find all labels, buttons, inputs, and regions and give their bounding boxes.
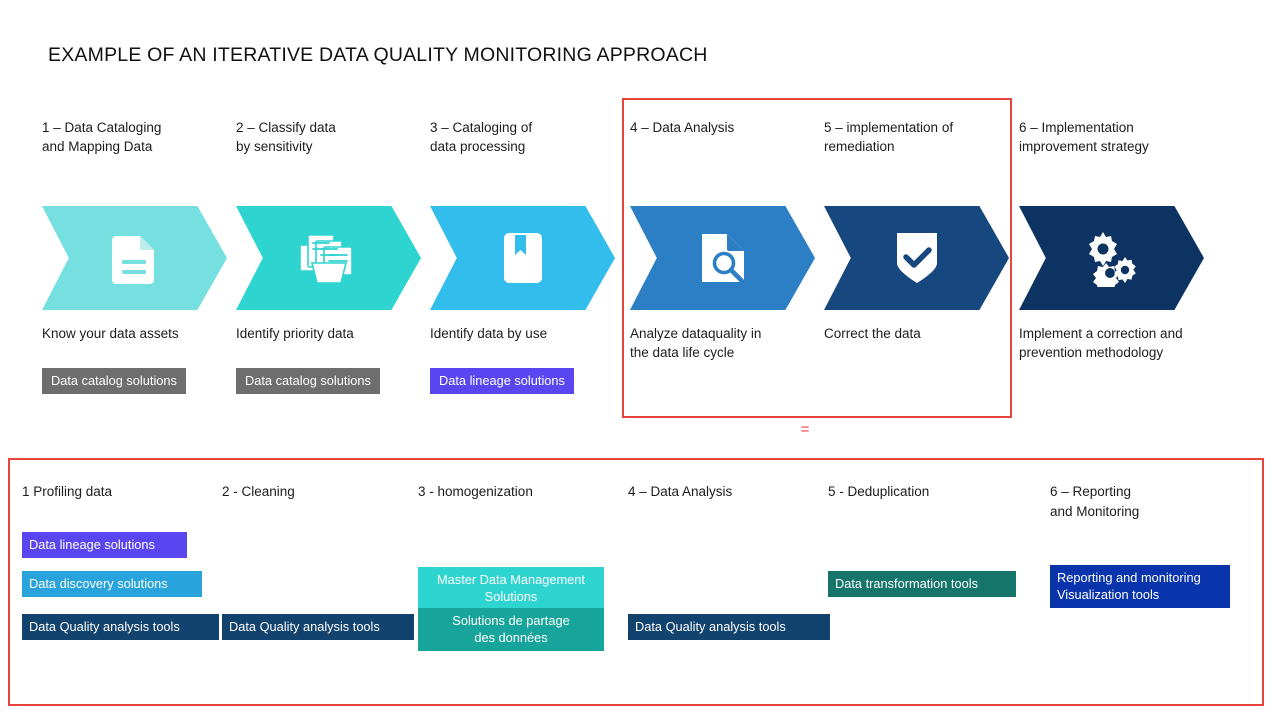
flow-step-heading: 6 – Implementation improvement strategy: [1019, 120, 1149, 154]
detail-stage-heading: 2 - Cleaning: [222, 484, 295, 499]
detail-stage-2[interactable]: 2 - Cleaning Data Quality analysis tools: [222, 482, 432, 672]
flow-step-description: Identify data by use: [430, 326, 548, 341]
flow-step-tag[interactable]: Data catalog solutions: [42, 368, 186, 394]
chevron-shape: [430, 206, 615, 310]
detailed-stages-row: 1 Profiling data Data lineage solutions Da…: [0, 458, 1280, 708]
detail-stage-tag[interactable]: Solutions de partage des données: [418, 608, 604, 651]
detail-stage-1[interactable]: 1 Profiling data Data lineage solutions Da…: [22, 482, 232, 672]
flow-step-6[interactable]: 6 – Implementation improvement strategy I…: [1019, 118, 1215, 364]
detail-stage-tag[interactable]: Data Quality analysis tools: [222, 614, 414, 640]
flow-step-chevron[interactable]: [824, 206, 1009, 310]
flow-step-1[interactable]: 1 – Data Cataloging and Mapping Data Know…: [42, 118, 238, 394]
detail-stage-heading: 4 – Data Analysis: [628, 484, 733, 499]
detail-stage-tag[interactable]: Data Quality analysis tools: [22, 614, 219, 640]
detail-stage-tag-list: Data transformation tools: [828, 532, 1038, 672]
detail-stage-tag[interactable]: Master Data Management Solutions: [418, 567, 604, 610]
detail-stage-tag[interactable]: Data lineage solutions: [22, 532, 187, 558]
detail-stage-tag-list: Data lineage solutions Data discovery sol…: [22, 532, 232, 672]
detail-stage-5[interactable]: 5 - Deduplication Data transformation too…: [828, 482, 1038, 672]
detail-stage-heading: 1 Profiling data: [22, 484, 113, 499]
flow-step-4[interactable]: 4 – Data Analysis Analyze dataquality in …: [630, 118, 826, 364]
detail-stage-tag-list: Data Quality analysis tools: [628, 532, 838, 672]
flow-step-5[interactable]: 5 – implementation of remediation Correct…: [824, 118, 1020, 364]
chevron-shape: [236, 206, 421, 310]
flow-step-heading: 3 – Cataloging of data processing: [430, 120, 533, 154]
detail-stage-heading: 6 – Reporting and Monitoring: [1050, 484, 1140, 519]
chevron-shape: [630, 206, 815, 310]
flow-step-chevron[interactable]: [430, 206, 615, 310]
flow-step-heading: 2 – Classify data by sensitivity: [236, 120, 336, 154]
detail-stage-tag[interactable]: Data Quality analysis tools: [628, 614, 830, 640]
chevron-shape: [824, 206, 1009, 310]
detail-stage-3[interactable]: 3 - homogenization Master Data Management…: [418, 482, 628, 672]
flow-step-heading: 1 – Data Cataloging and Mapping Data: [42, 120, 162, 154]
flow-step-3[interactable]: 3 – Cataloging of data processing Identif…: [430, 118, 626, 394]
detail-stage-tag[interactable]: Reporting and monitoring Visualization t…: [1050, 565, 1230, 608]
detail-stage-4[interactable]: 4 – Data Analysis Data Quality analysis t…: [628, 482, 838, 672]
flow-step-heading: 4 – Data Analysis: [630, 120, 735, 135]
flow-step-description: Identify priority data: [236, 326, 354, 341]
flow-step-tag[interactable]: Data lineage solutions: [430, 368, 574, 394]
flow-step-description: Implement a correction and prevention me…: [1019, 326, 1183, 360]
flow-step-description: Know your data assets: [42, 326, 179, 341]
flow-step-chevron[interactable]: [1019, 206, 1204, 310]
flow-step-tag[interactable]: Data catalog solutions: [236, 368, 380, 394]
flow-step-chevron[interactable]: [236, 206, 421, 310]
flow-step-description: Analyze dataquality in the data life cyc…: [630, 326, 762, 360]
flow-step-2[interactable]: 2 – Classify data by sensitivity Identify…: [236, 118, 432, 394]
detail-stage-heading: 5 - Deduplication: [828, 484, 930, 499]
flow-step-chevron[interactable]: [42, 206, 227, 310]
detail-stage-heading: 3 - homogenization: [418, 484, 533, 499]
chevron-shape: [42, 206, 227, 310]
flow-step-heading: 5 – implementation of remediation: [824, 120, 954, 154]
flow-step-description: Correct the data: [824, 326, 921, 341]
detail-stage-tag[interactable]: Data transformation tools: [828, 571, 1016, 597]
detail-stage-tag-list: Data Quality analysis tools: [222, 532, 432, 672]
chevron-shape: [1019, 206, 1204, 310]
detail-stage-6[interactable]: 6 – Reporting and Monitoring Reporting an…: [1050, 482, 1260, 672]
detail-stage-tag-list: Reporting and monitoring Visualization t…: [1050, 532, 1260, 672]
flow-step-chevron[interactable]: [630, 206, 815, 310]
detail-stage-tag-list: Master Data Management Solutions Solution…: [418, 532, 628, 672]
process-flow-row: 1 – Data Cataloging and Mapping Data Know…: [0, 0, 1280, 450]
detail-stage-tag[interactable]: Data discovery solutions: [22, 571, 202, 597]
